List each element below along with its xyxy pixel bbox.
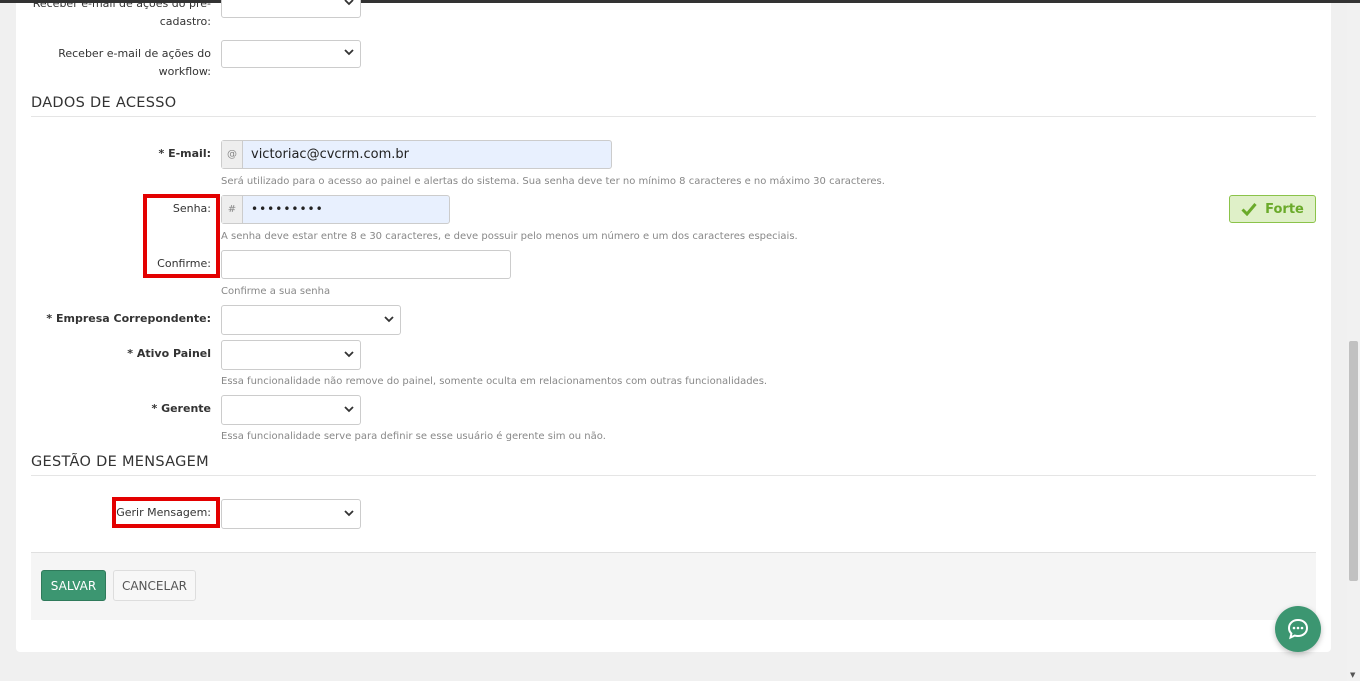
messages-divider [31, 475, 1316, 476]
email-value: victoriac@cvcrm.com.br [251, 147, 409, 162]
strength-label: Forte [1265, 201, 1304, 217]
active-panel-select[interactable] [221, 340, 361, 370]
chevron-down-icon [384, 316, 394, 323]
check-icon [1241, 203, 1257, 216]
confirm-password-input[interactable] [221, 250, 511, 279]
messages-section-title: GESTÃO DE MENSAGEM [31, 454, 209, 470]
workflow-select[interactable] [221, 40, 361, 68]
chevron-down-icon [344, 0, 354, 6]
chevron-down-icon [344, 49, 354, 56]
chevron-down-icon [344, 351, 354, 358]
manager-label: * Gerente [151, 402, 211, 415]
chevron-down-icon [344, 510, 354, 517]
manage-messages-highlight-box [112, 497, 220, 528]
workflow-label: Receber e-mail de ações do workflow: [58, 47, 211, 78]
cancel-button[interactable]: CANCELAR [113, 570, 196, 601]
password-highlight-box [143, 194, 220, 278]
password-strength-badge: Forte [1229, 195, 1316, 223]
precadastro-label: Receber e-mail de ações do pré- cadastro… [32, 0, 211, 28]
password-value: ••••••••• [251, 202, 324, 216]
company-label: * Empresa Correpondente: [46, 312, 211, 325]
save-button[interactable]: SALVAR [41, 570, 106, 601]
form-actions-bar [31, 552, 1316, 620]
page-scrollbar[interactable]: ▼ [1347, 3, 1360, 681]
email-field[interactable]: @ victoriac@cvcrm.com.br [221, 140, 612, 169]
confirm-help: Confirme a sua senha [221, 286, 331, 297]
scroll-down-icon[interactable]: ▼ [1350, 671, 1355, 679]
email-help: Será utilizado para o acesso ao painel e… [221, 176, 885, 187]
chevron-down-icon [344, 406, 354, 413]
at-icon: @ [222, 141, 243, 168]
password-help: A senha deve estar entre 8 e 30 caracter… [221, 231, 798, 242]
manager-help: Essa funcionalidade serve para definir s… [221, 431, 606, 442]
access-section-title: DADOS DE ACESSO [31, 95, 177, 111]
scrollbar-thumb[interactable] [1349, 341, 1358, 581]
hash-icon: # [222, 196, 243, 223]
chat-bubble-icon [1287, 618, 1309, 640]
company-select[interactable] [221, 305, 401, 335]
chat-button[interactable] [1275, 606, 1321, 652]
active-panel-label: * Ativo Painel [127, 347, 211, 360]
active-panel-help: Essa funcionalidade não remove do painel… [221, 376, 768, 387]
precadastro-select[interactable] [221, 0, 361, 18]
password-field[interactable]: # ••••••••• [221, 195, 450, 224]
manage-messages-select[interactable] [221, 499, 361, 529]
email-label: * E-mail: [158, 147, 212, 160]
access-divider [31, 116, 1316, 117]
manager-select[interactable] [221, 395, 361, 425]
